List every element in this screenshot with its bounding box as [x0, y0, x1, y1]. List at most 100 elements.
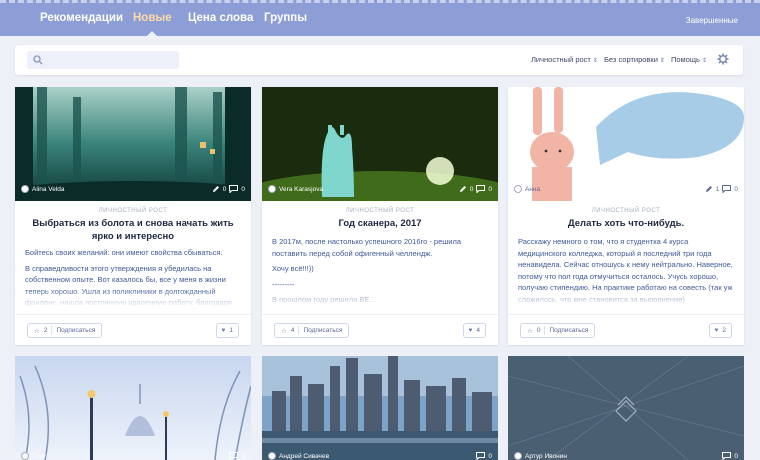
- post-excerpt: Бойтесь своих желаний: они имеют свойств…: [25, 247, 241, 307]
- avatar: [21, 452, 29, 460]
- pencil-icon: [705, 186, 712, 192]
- excerpt-paragraph: В 2017м, после настолько успешного 2016г…: [272, 237, 462, 258]
- post-card[interactable]: Vera Karasjova 0 0 ЛИЧНОСТНЫЙ РОСТ Год с…: [262, 87, 498, 345]
- nav-item-completed[interactable]: Завершенные: [686, 16, 738, 25]
- author[interactable]: Alina Velda: [21, 185, 65, 193]
- author[interactable]: Vera Karasjova: [268, 185, 323, 193]
- comment-icon: [229, 185, 239, 193]
- post-title[interactable]: Год сканера, 2017: [270, 218, 490, 231]
- help-dropdown[interactable]: Помощь ⇕: [671, 55, 707, 64]
- post-stats: 1 0: [705, 185, 738, 193]
- heart-icon: ♥: [714, 327, 719, 334]
- post-title[interactable]: Выбраться из болота и снова начать жить …: [23, 218, 243, 243]
- subscribe-button[interactable]: ☆ 0 Подписаться: [520, 323, 596, 338]
- pencil-icon: [459, 186, 466, 192]
- post-image: [15, 87, 251, 201]
- comment-count: 0: [241, 185, 245, 193]
- nav-item-recommendations[interactable]: Рекомендации: [40, 12, 123, 24]
- author[interactable]: Артур Ивонин: [514, 452, 567, 460]
- star-icon: ☆: [34, 327, 40, 335]
- post-image: [508, 356, 744, 460]
- subscribe-label: Подписаться: [303, 327, 343, 334]
- post-excerpt: Расскажу немного о том, что я студентка …: [518, 236, 734, 306]
- post-card[interactable]: Alina Velda 0 0 ЛИЧНОСТНЫЙ РОСТ Выбратьс…: [15, 87, 251, 345]
- excerpt-paragraph: Расскажу немного о том, что я студентка …: [518, 237, 733, 304]
- subscribe-button[interactable]: ☆ 2 Подписаться: [27, 323, 103, 338]
- author[interactable]: Анна: [514, 185, 540, 193]
- edit-count: 0: [469, 185, 474, 193]
- card-footer: ☆ 0 Подписаться ♥ 2: [508, 314, 744, 345]
- nav-item-groups[interactable]: Группы: [264, 12, 307, 24]
- edit-count: 1: [715, 185, 720, 193]
- like-button[interactable]: ♥ 2: [708, 323, 732, 338]
- search-input[interactable]: [27, 52, 179, 71]
- comment-icon: [722, 185, 732, 193]
- post-image: [508, 87, 744, 201]
- comment-count: 0: [734, 452, 738, 460]
- like-count: 1: [229, 327, 233, 334]
- like-button[interactable]: ♥ 4: [462, 323, 486, 338]
- search-icon: [33, 55, 43, 65]
- excerpt-paragraph: В справедливости этого утверждения я убе…: [25, 263, 232, 308]
- category-dropdown-label: Личностный рост: [531, 55, 591, 64]
- edit-count: 0: [222, 185, 227, 193]
- post-card[interactable]: Tusy 0: [15, 356, 251, 460]
- filter-bar: Личностный рост ⇕ Без сортировки ⇕ Помощь ⇕: [15, 45, 743, 75]
- subscribe-label: Подписаться: [56, 327, 96, 334]
- comment-count: 0: [734, 185, 738, 193]
- pencil-icon: [212, 186, 219, 192]
- author[interactable]: Андрей Сивачев: [268, 452, 329, 460]
- divider: [51, 326, 53, 335]
- author-name: Артур Ивонин: [525, 452, 567, 460]
- search-box: [27, 51, 179, 71]
- author-name: Vera Karasjova: [279, 185, 324, 193]
- card-footer: ☆ 2 Подписаться ♥ 1: [15, 314, 251, 345]
- post-excerpt: В 2017м, после настолько успешного 2016г…: [272, 236, 488, 306]
- post-category: ЛИЧНОСТНЫЙ РОСТ: [345, 208, 415, 214]
- post-category: ЛИЧНОСТНЫЙ РОСТ: [591, 208, 661, 214]
- top-navigation: Рекомендации Новые Цена слова Группы Зав…: [0, 0, 760, 36]
- nav-item-word-price[interactable]: Цена слова: [188, 12, 253, 24]
- help-dropdown-label: Помощь: [671, 55, 700, 64]
- divider: [298, 326, 300, 335]
- card-footer: ☆ 4 Подписаться ♥ 4: [262, 314, 498, 345]
- post-title[interactable]: Делать хоть что-нибудь.: [516, 218, 736, 231]
- avatar: [21, 185, 29, 193]
- author-name: Tusy: [32, 452, 46, 460]
- author-name: Анна: [525, 185, 541, 193]
- sort-dropdown[interactable]: Без сортировки ⇕: [604, 55, 665, 64]
- chevron-updown-icon: ⇕: [659, 58, 665, 64]
- nav-item-new[interactable]: Новые: [133, 12, 172, 36]
- comment-count: 0: [488, 452, 492, 460]
- like-count: 2: [722, 327, 726, 334]
- excerpt-paragraph: Хочу всё!!!)): [272, 264, 314, 273]
- comment-icon: [229, 452, 239, 460]
- post-card[interactable]: Артур Ивонин 0: [508, 356, 744, 460]
- post-category: ЛИЧНОСТНЫЙ РОСТ: [98, 208, 168, 214]
- post-image: [262, 87, 498, 201]
- avatar: [514, 185, 522, 193]
- divider: [544, 326, 546, 335]
- post-image: [262, 356, 498, 460]
- subscriber-count: 4: [290, 327, 295, 334]
- post-stats: 0 0: [459, 185, 492, 193]
- post-card[interactable]: Андрей Сивачев 0: [262, 356, 498, 460]
- sort-dropdown-label: Без сортировки: [604, 55, 658, 64]
- author[interactable]: Tusy: [21, 452, 46, 460]
- avatar: [268, 185, 276, 193]
- avatar: [268, 452, 276, 460]
- chevron-updown-icon: ⇕: [701, 58, 707, 64]
- subscriber-count: 0: [536, 327, 541, 334]
- comment-icon: [722, 452, 732, 460]
- comment-count: 0: [241, 452, 245, 460]
- post-stats: 0: [476, 452, 492, 460]
- excerpt-paragraph: ---------: [272, 279, 295, 289]
- avatar: [514, 452, 522, 460]
- like-button[interactable]: ♥ 1: [215, 323, 239, 338]
- comment-count: 0: [488, 185, 492, 193]
- subscribe-label: Подписаться: [549, 327, 589, 334]
- category-dropdown[interactable]: Личностный рост ⇕: [531, 55, 598, 64]
- post-card[interactable]: Анна 1 0 ЛИЧНОСТНЫЙ РОСТ Делать хоть что…: [508, 87, 744, 345]
- gear-icon[interactable]: [717, 53, 729, 65]
- subscribe-button[interactable]: ☆ 4 Подписаться: [274, 323, 350, 338]
